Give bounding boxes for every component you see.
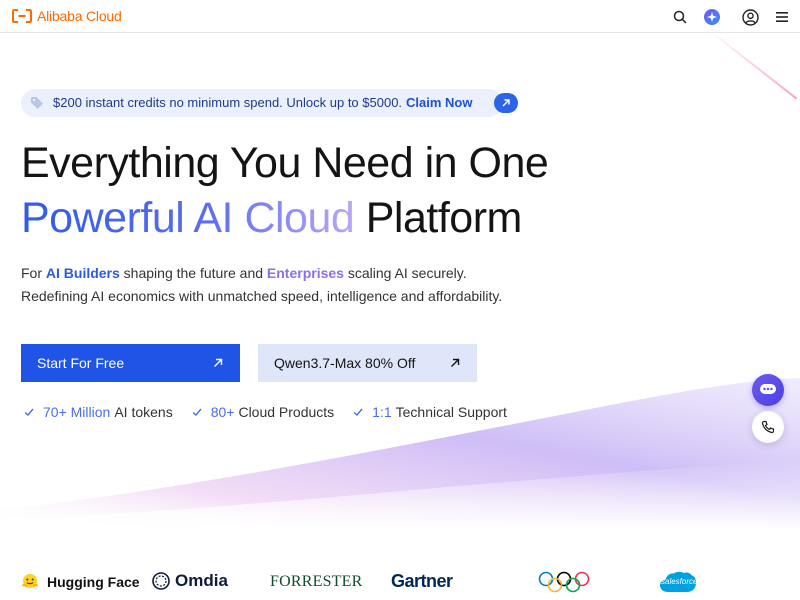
forrester-logo: FORRESTER <box>270 573 363 590</box>
arrow-up-right-icon <box>214 358 223 367</box>
hugging-face-emoji-icon <box>21 574 39 588</box>
chat-bubble-icon <box>760 384 776 394</box>
partner-logos-strip: Hugging Face Omdia FORRESTER Gartner sal… <box>0 540 800 600</box>
claim-now-arrow-button[interactable] <box>494 93 518 113</box>
salesforce-logo: salesforce <box>659 570 697 596</box>
check-icon <box>24 408 34 416</box>
hero-headline-line1: Everything You Need in One <box>21 139 549 187</box>
gartner-logo: Gartner <box>391 571 453 591</box>
stat-ai-tokens: 70+ Million AI tokens <box>23 404 173 420</box>
subtitle-text: shaping the future and <box>119 265 267 281</box>
start-for-free-label: Start For Free <box>37 355 125 371</box>
hero-headline-platform: Platform <box>365 194 523 242</box>
stat-label: Cloud Products <box>238 404 335 420</box>
alibaba-cloud-logo-icon <box>12 9 32 23</box>
top-navigation-bar: Alibaba Cloud <box>0 0 800 33</box>
hugging-face-text: Hugging Face <box>47 574 140 590</box>
arrow-up-right-icon <box>451 358 460 367</box>
check-icon <box>353 408 363 416</box>
brand-name: Alibaba Cloud <box>37 8 122 24</box>
hero-subtitle-line2: Redefining AI economics with unmatched s… <box>21 288 503 304</box>
start-for-free-button[interactable]: Start For Free <box>21 344 240 382</box>
promo-text: $200 instant credits no minimum spend. U… <box>53 95 403 110</box>
hugging-face-logo: Hugging Face <box>21 573 140 591</box>
omdia-mark-icon <box>152 572 170 590</box>
stat-number: 1:1 <box>372 404 392 420</box>
hero-subtitle-line1: For AI Builders shaping the future and E… <box>21 265 467 281</box>
phone-contact-button[interactable] <box>752 411 784 443</box>
promo-banner: $200 instant credits no minimum spend. U… <box>21 89 518 117</box>
ai-builders-highlight: AI Builders <box>45 265 120 281</box>
olympic-rings-icon <box>538 571 590 593</box>
chat-support-button[interactable] <box>752 374 784 406</box>
claim-now-link[interactable]: Claim Now <box>406 95 472 110</box>
stat-label: Technical Support <box>395 404 507 420</box>
omdia-text: Omdia <box>175 571 228 590</box>
menu-icon[interactable] <box>773 8 791 26</box>
hero-headline-line2: Powerful AI Cloud Platform <box>21 193 522 243</box>
omdia-logo: Omdia <box>151 571 228 591</box>
stat-number: 80+ <box>210 404 235 420</box>
stat-label: AI tokens <box>114 404 173 420</box>
stat-cloud-products: 80+ Cloud Products <box>191 404 334 420</box>
qwen-offer-label: Qwen3.7-Max 80% Off <box>274 355 416 371</box>
subtitle-text: For <box>21 265 46 281</box>
tag-icon <box>30 96 44 110</box>
alibaba-cloud-logo[interactable]: Alibaba Cloud <box>12 8 122 24</box>
stat-number: 70+ Million <box>43 404 111 420</box>
salesforce-text: salesforce <box>661 577 698 586</box>
stat-technical-support: 1:1 Technical Support <box>352 404 507 420</box>
phone-icon <box>761 420 775 434</box>
enterprises-highlight: Enterprises <box>266 265 344 281</box>
qwen-offer-button[interactable]: Qwen3.7-Max 80% Off <box>258 344 477 382</box>
hero-stats: 70+ Million AI tokens 80+ Cloud Products… <box>23 404 525 420</box>
check-icon <box>192 408 202 416</box>
hero-headline-gradient: Powerful AI Cloud <box>21 194 355 242</box>
account-icon[interactable] <box>741 8 759 26</box>
search-icon[interactable] <box>671 8 689 26</box>
decorative-line <box>709 30 798 100</box>
ai-assistant-icon[interactable] <box>703 8 721 26</box>
arrow-up-right-icon <box>502 99 510 107</box>
subtitle-text: scaling AI securely. <box>343 265 467 281</box>
decorative-gradient-wave <box>0 378 800 530</box>
